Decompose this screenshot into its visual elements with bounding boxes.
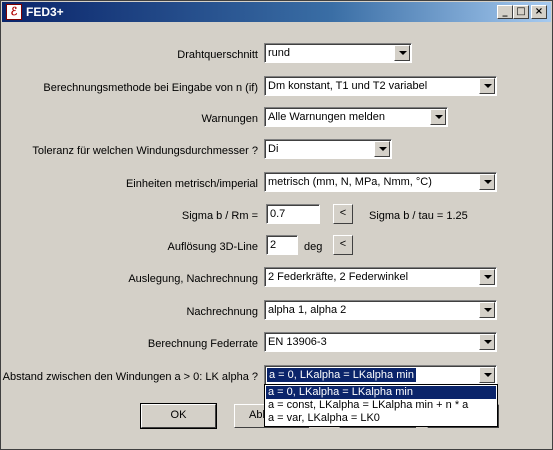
- maximize-button[interactable]: □: [513, 5, 529, 19]
- nachrechnung-select[interactable]: alpha 1, alpha 2: [264, 300, 497, 320]
- chevron-down-icon[interactable]: [479, 302, 495, 318]
- berechnungsmethode-label: Berechnungsmethode bei Eingabe von n (if…: [43, 82, 258, 94]
- warnungen-label: Warnungen: [201, 113, 258, 125]
- chevron-down-icon[interactable]: [479, 334, 495, 350]
- einheiten-label: Einheiten metrisch/imperial: [125, 178, 258, 190]
- federrate-value: EN 13906-3: [268, 336, 327, 348]
- toleranz-value: Di: [268, 143, 279, 155]
- auslegung-select[interactable]: 2 Federkräfte, 2 Federwinkel: [264, 267, 497, 287]
- sigma-input[interactable]: 0.7: [266, 204, 320, 224]
- app-icon: ℰ: [6, 4, 22, 20]
- abstand-label: Abstand zwischen den Windungen a > 0: LK…: [2, 371, 258, 383]
- title-bar[interactable]: ℰ FED3+ _ □ ×: [2, 2, 551, 22]
- einheiten-value: metrisch (mm, N, MPa, Nmm, °C): [268, 176, 432, 188]
- abstand-dropdown-list: a = 0, LKalpha = LKalpha min a = const, …: [264, 384, 498, 427]
- minimize-button[interactable]: _: [497, 5, 513, 19]
- berechnungsmethode-value: Dm konstant, T1 und T2 variabel: [268, 80, 428, 92]
- sigma-label: Sigma b / Rm =: [181, 210, 258, 222]
- nachrechnung-label: Nachrechnung: [186, 306, 258, 318]
- auslegung-value: 2 Federkräfte, 2 Federwinkel: [268, 271, 409, 283]
- chevron-down-icon[interactable]: [430, 109, 446, 125]
- federrate-label: Berechnung Federrate: [147, 338, 258, 350]
- abstand-select[interactable]: a = 0, LKalpha = LKalpha min: [264, 365, 497, 385]
- dropdown-option[interactable]: a = var, LKalpha = LK0: [266, 412, 496, 425]
- ok-button[interactable]: OK: [140, 403, 217, 429]
- warnungen-value: Alle Warnungen melden: [268, 111, 385, 123]
- aufloesung-input[interactable]: 2: [266, 235, 298, 255]
- warnungen-select[interactable]: Alle Warnungen melden: [264, 107, 448, 127]
- auslegung-label: Auslegung, Nachrechnung: [128, 273, 258, 285]
- toleranz-select[interactable]: Di: [264, 139, 392, 159]
- chevron-down-icon[interactable]: [479, 174, 495, 190]
- window-title: FED3+: [26, 5, 64, 19]
- chevron-down-icon[interactable]: [479, 78, 495, 94]
- dropdown-option[interactable]: a = const, LKalpha = LKalpha min + n * a: [266, 399, 496, 412]
- nachrechnung-value: alpha 1, alpha 2: [268, 304, 347, 316]
- berechnungsmethode-select[interactable]: Dm konstant, T1 und T2 variabel: [264, 76, 497, 96]
- aufloesung-label: Auflösung 3D-Line: [167, 241, 258, 253]
- chevron-down-icon[interactable]: [394, 45, 410, 61]
- aufloesung-unit: deg: [304, 241, 323, 253]
- drahtquerschnitt-label: Drahtquerschnitt: [177, 49, 258, 61]
- toleranz-label: Toleranz für welchen Windungsdurchmesser…: [32, 145, 258, 157]
- close-button[interactable]: ×: [531, 5, 547, 19]
- aufloesung-reset-button[interactable]: <: [333, 235, 353, 255]
- dialog-window: ℰ FED3+ _ □ × Drahtquerschnitt rund Bere…: [0, 0, 553, 450]
- einheiten-select[interactable]: metrisch (mm, N, MPa, Nmm, °C): [264, 172, 497, 192]
- chevron-down-icon[interactable]: [479, 269, 495, 285]
- dropdown-option[interactable]: a = 0, LKalpha = LKalpha min: [266, 386, 496, 399]
- chevron-down-icon[interactable]: [479, 367, 495, 383]
- chevron-down-icon[interactable]: [374, 141, 390, 157]
- abstand-value: a = 0, LKalpha = LKalpha min: [266, 367, 417, 383]
- sigma-reset-button[interactable]: <: [333, 204, 353, 224]
- federrate-select[interactable]: EN 13906-3: [264, 332, 497, 352]
- drahtquerschnitt-select[interactable]: rund: [264, 43, 412, 63]
- drahtquerschnitt-value: rund: [268, 47, 291, 59]
- sigma-tau-info: Sigma b / tau = 1.25: [369, 210, 468, 222]
